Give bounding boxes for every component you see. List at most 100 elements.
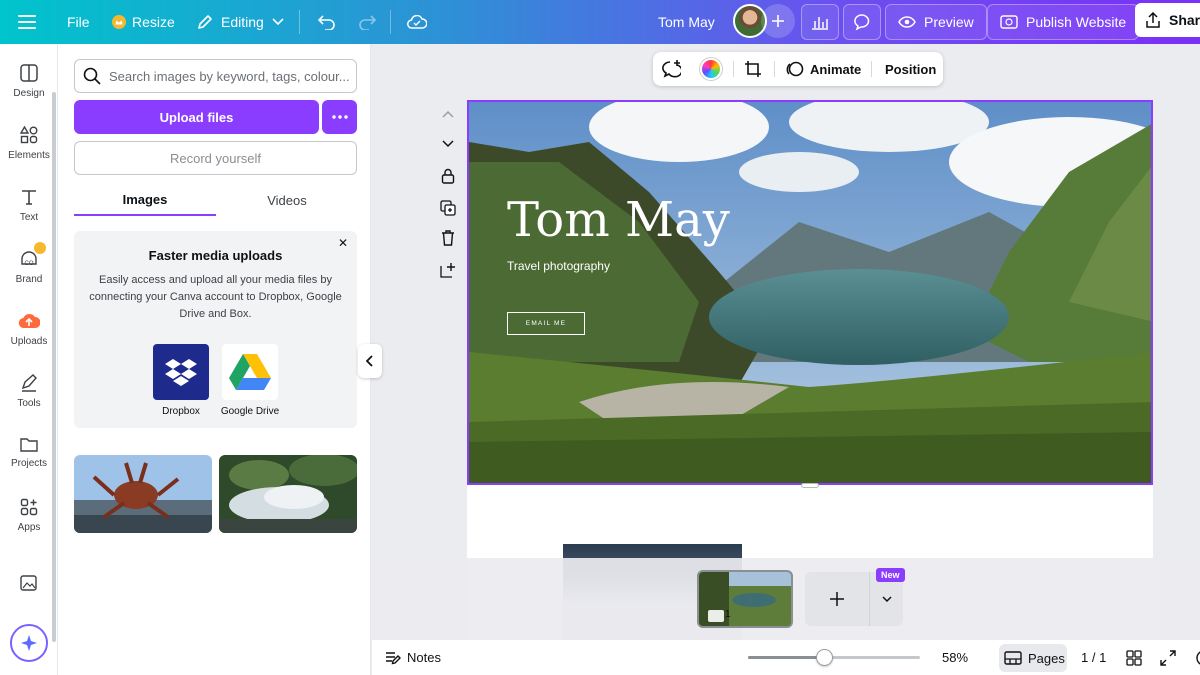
- editing-label: Editing: [221, 14, 264, 30]
- card-body: Easily access and upload all your media …: [89, 274, 342, 320]
- hero-subtitle[interactable]: Travel photography: [507, 259, 610, 273]
- search-box[interactable]: [74, 59, 357, 93]
- move-down-icon[interactable]: [437, 134, 459, 154]
- zoom-value[interactable]: 58%: [942, 640, 968, 675]
- animate-label: Animate: [810, 61, 862, 77]
- element-toolbar: Animate Position: [653, 52, 943, 86]
- divider: [871, 61, 872, 77]
- plus-icon: [771, 14, 785, 28]
- eye-icon: [898, 16, 916, 28]
- rail-item-projects[interactable]: Projects: [0, 436, 58, 469]
- search-input[interactable]: [109, 68, 354, 84]
- document-title[interactable]: Tom May: [658, 0, 715, 44]
- divider: [774, 61, 775, 77]
- uploaded-image-hot-spring[interactable]: [219, 455, 357, 533]
- magic-assistant-button[interactable]: [10, 624, 48, 662]
- hero-section[interactable]: Tom May Travel photography EMAIL ME: [467, 100, 1153, 485]
- upload-files-button[interactable]: Upload files: [74, 100, 319, 134]
- hero-landscape-image: [469, 102, 1151, 483]
- rail-item-tools[interactable]: Tools: [0, 374, 58, 409]
- tools-icon: [20, 374, 38, 392]
- collapse-panel-button[interactable]: [358, 344, 382, 378]
- svg-text:CO: CO: [25, 261, 34, 267]
- insights-button[interactable]: [801, 4, 839, 40]
- rail-label: Elements: [8, 150, 50, 161]
- color-picker-icon[interactable]: [700, 52, 722, 86]
- comments-button[interactable]: [843, 4, 881, 40]
- elements-icon: [20, 126, 38, 144]
- publish-label: Publish Website: [1026, 14, 1127, 30]
- zoom-slider-fill: [748, 656, 826, 659]
- help-icon[interactable]: [1194, 640, 1200, 675]
- move-up-icon[interactable]: [437, 104, 459, 124]
- hero-title[interactable]: Tom May: [507, 192, 730, 248]
- provider-label: Dropbox: [162, 406, 200, 417]
- record-yourself-button[interactable]: Record yourself: [74, 141, 357, 175]
- tab-images[interactable]: Images: [74, 184, 216, 216]
- rail-label: Text: [19, 212, 39, 223]
- uploads-icon: [18, 312, 40, 330]
- resize-label: Resize: [132, 14, 175, 30]
- rail-item-uploads[interactable]: Uploads: [0, 312, 58, 347]
- page-thumbnail[interactable]: 1: [697, 570, 793, 628]
- add-page-icon[interactable]: [437, 260, 459, 280]
- design-icon: [20, 64, 38, 82]
- undo-icon[interactable]: [318, 0, 336, 44]
- lock-icon[interactable]: [437, 166, 459, 186]
- rail-item-magic-media[interactable]: [0, 574, 58, 592]
- rail-label: Tools: [17, 398, 41, 409]
- duplicate-icon[interactable]: [437, 198, 459, 218]
- page-counter[interactable]: 1 / 1: [1081, 640, 1106, 675]
- faster-uploads-card: Faster media uploads ✕ Easily access and…: [74, 231, 357, 428]
- rail-item-brand[interactable]: CO Brand: [0, 242, 58, 285]
- provider-label: Google Drive: [220, 406, 280, 417]
- more-options-button[interactable]: [322, 100, 357, 134]
- rail-scrollbar[interactable]: [52, 92, 56, 642]
- resize-handle[interactable]: [801, 483, 819, 488]
- cloud-sync-icon[interactable]: [407, 0, 427, 44]
- pages-icon: [1004, 651, 1022, 665]
- resize-button[interactable]: Resize: [112, 0, 175, 44]
- rail-item-text[interactable]: Text: [0, 188, 58, 223]
- close-icon[interactable]: ✕: [338, 236, 348, 250]
- crown-icon: [112, 15, 126, 29]
- editing-dropdown[interactable]: Editing: [197, 0, 284, 44]
- menu-icon[interactable]: [18, 0, 36, 44]
- add-page-button[interactable]: [805, 572, 869, 626]
- fullscreen-icon[interactable]: [1160, 640, 1176, 675]
- dropbox-option[interactable]: Dropbox: [146, 344, 216, 417]
- rail-item-elements[interactable]: Elements: [0, 126, 58, 161]
- crop-icon[interactable]: [744, 52, 762, 86]
- rail-label: Brand: [15, 274, 43, 285]
- chevron-down-icon: [881, 596, 892, 602]
- google-drive-option[interactable]: Google Drive: [215, 344, 285, 417]
- top-bar: File Resize Editing Tom May Preview Publ…: [0, 0, 1200, 44]
- preview-button[interactable]: Preview: [885, 4, 987, 40]
- redo-icon[interactable]: [358, 0, 376, 44]
- rail-item-design[interactable]: Design: [0, 64, 58, 99]
- rail-item-apps[interactable]: Apps: [0, 498, 58, 533]
- delete-icon[interactable]: [437, 228, 459, 248]
- position-button[interactable]: Position: [885, 52, 936, 86]
- text-icon: [20, 188, 38, 206]
- chevron-left-icon: [366, 355, 374, 367]
- tab-videos[interactable]: Videos: [216, 184, 358, 216]
- crown-icon: [34, 242, 46, 254]
- notes-icon: [385, 651, 401, 665]
- email-me-button[interactable]: EMAIL ME: [507, 312, 585, 335]
- grid-view-icon[interactable]: [1126, 640, 1142, 675]
- publish-website-button[interactable]: Publish Website: [987, 4, 1140, 40]
- animate-button[interactable]: Animate: [786, 52, 861, 86]
- pages-button[interactable]: Pages: [999, 644, 1067, 672]
- animate-icon: [786, 60, 804, 78]
- rail-label: Projects: [10, 458, 48, 469]
- zoom-slider[interactable]: [748, 656, 920, 659]
- notes-button[interactable]: Notes: [385, 640, 441, 675]
- uploads-panel: Upload files Record yourself Images Vide…: [58, 44, 371, 675]
- add-comment-icon[interactable]: [661, 52, 681, 86]
- share-button[interactable]: Share: [1135, 3, 1200, 37]
- file-menu[interactable]: File: [67, 0, 90, 44]
- uploaded-image-lobster[interactable]: [74, 455, 212, 533]
- google-drive-icon: [222, 344, 278, 400]
- add-collaborator-button[interactable]: [761, 4, 795, 38]
